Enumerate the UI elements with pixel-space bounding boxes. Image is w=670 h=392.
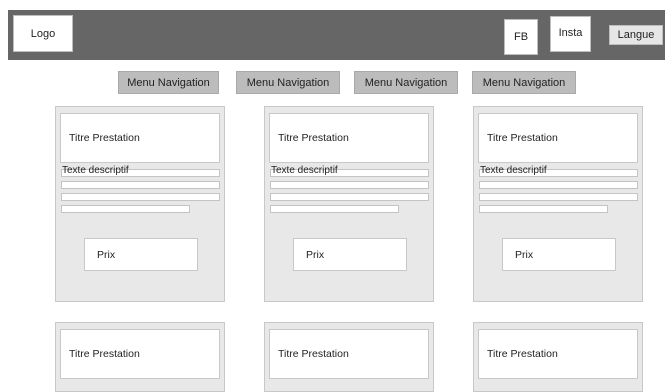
service-card: Titre Prestation [55, 322, 225, 392]
text-line [479, 193, 638, 201]
nav-menu-item-1[interactable]: Menu Navigation [118, 71, 219, 94]
service-card: Titre Prestation Texte descriptif Prix [264, 106, 434, 302]
service-description: Texte descriptif [61, 166, 220, 177]
facebook-link[interactable]: FB [504, 19, 538, 55]
nav-menu-item-3[interactable]: Menu Navigation [354, 71, 458, 94]
text-line [479, 181, 638, 189]
text-line [270, 193, 429, 201]
site-header: Logo FB Insta Langue [8, 10, 665, 60]
language-button[interactable]: Langue [609, 25, 663, 45]
service-title: Titre Prestation [269, 113, 429, 163]
description-text: Texte descriptif [271, 165, 338, 176]
text-line [61, 205, 190, 213]
service-price: Prix [293, 238, 407, 271]
service-description: Texte descriptif [479, 166, 638, 177]
service-card: Titre Prestation Texte descriptif Prix [55, 106, 225, 302]
logo[interactable]: Logo [13, 15, 73, 52]
service-title: Titre Prestation [60, 113, 220, 163]
service-price: Prix [502, 238, 616, 271]
nav-menu-item-2[interactable]: Menu Navigation [236, 71, 340, 94]
description-text: Texte descriptif [480, 165, 547, 176]
text-line [270, 181, 429, 189]
text-line [270, 205, 399, 213]
text-line [61, 181, 220, 189]
service-card: Titre Prestation [264, 322, 434, 392]
nav-menu-item-4[interactable]: Menu Navigation [472, 71, 576, 94]
service-title: Titre Prestation [269, 329, 429, 379]
service-description: Texte descriptif [270, 166, 429, 177]
service-title: Titre Prestation [478, 329, 638, 379]
text-line [479, 205, 608, 213]
service-price: Prix [84, 238, 198, 271]
description-text: Texte descriptif [62, 165, 129, 176]
instagram-link[interactable]: Insta [550, 16, 591, 52]
service-title: Titre Prestation [60, 329, 220, 379]
service-card: Titre Prestation [473, 322, 643, 392]
service-card: Titre Prestation Texte descriptif Prix [473, 106, 643, 302]
service-title: Titre Prestation [478, 113, 638, 163]
text-line [61, 193, 220, 201]
